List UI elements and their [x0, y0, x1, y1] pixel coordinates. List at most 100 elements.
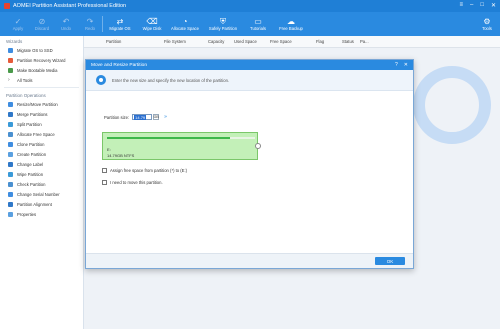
dialog-description: Enter the new size and specify the new l… [112, 77, 230, 83]
check-icon [8, 181, 13, 187]
move-partition-row[interactable]: I need to move this partition. [102, 180, 163, 185]
recovery-icon [8, 57, 13, 63]
wipe-disk-button[interactable]: ⌫ Wipe Disk [137, 12, 167, 36]
sidebar-item-split[interactable]: Split Partition [0, 119, 83, 129]
assign-free-space-label: Assign free space from partition (*) to … [110, 168, 188, 173]
redo-icon: ↷ [86, 17, 94, 26]
sidebar-item-merge[interactable]: Merge Partitions [0, 109, 83, 119]
safely-partition-button[interactable]: ⛨ Safely Partition [203, 12, 243, 36]
sidebar-item-recovery[interactable]: Partition Recovery Wizard [0, 55, 83, 65]
app-title: AOMEI Partition Assistant Professional E… [13, 3, 127, 9]
close-icon[interactable]: ✕ [491, 2, 496, 9]
partition-size-label: Partition size: [104, 114, 130, 120]
dialog-title: Move and Resize Partition [91, 62, 147, 68]
size-unit-select[interactable]: GB [153, 114, 160, 120]
column-used-space[interactable]: Used Space [234, 39, 257, 44]
partition-size-input[interactable]: 14.79 [132, 114, 153, 120]
wipe-icon [8, 171, 13, 177]
tutorials-button[interactable]: ▭ Tutorials [243, 12, 273, 36]
sidebar-item-change-label[interactable]: Change Label [0, 159, 83, 169]
clone-icon [8, 141, 13, 147]
partition-letter: E: [107, 147, 111, 152]
serial-icon [8, 191, 13, 197]
migrate-os-button[interactable]: ⇄ Migrate OS [103, 12, 137, 36]
partition-used-bar [107, 137, 230, 139]
align-icon [8, 201, 13, 207]
apply-button[interactable]: ✓ Apply [6, 12, 30, 36]
media-icon [8, 67, 13, 73]
column-capacity[interactable]: Capacity [208, 39, 224, 44]
sidebar-item-migrate-os[interactable]: Migrate OS to SSD [0, 45, 83, 55]
operations-heading: Partition Operations [6, 93, 46, 98]
migrate-icon [8, 47, 13, 53]
move-resize-dialog: Move and Resize Partition ? ✕ Enter the … [85, 59, 414, 269]
move-partition-label: I need to move this partition. [110, 180, 163, 185]
app-window: AOMEI Partition Assistant Professional E… [0, 0, 500, 329]
dialog-controls: ? ✕ [395, 62, 408, 68]
dialog-description-bar: Enter the new size and specify the new l… [86, 70, 413, 91]
discard-button[interactable]: ⊘ Discard [30, 12, 54, 36]
create-icon [8, 151, 13, 157]
menu-icon[interactable]: ≡ [459, 2, 463, 9]
sidebar-item-resize[interactable]: Resize/Move Partition [0, 99, 83, 109]
dialog-close-icon[interactable]: ✕ [404, 62, 408, 68]
sidebar-item-wipe[interactable]: Wipe Partition [0, 169, 83, 179]
sidebar-item-check[interactable]: Check Partition [0, 179, 83, 189]
tools-icon: ⚙ [483, 17, 491, 26]
allocate-space-button[interactable]: ◔ Allocate Space [167, 12, 203, 36]
free-backup-button[interactable]: ☁ Free Backup [273, 12, 309, 36]
sidebar-item-all-tools[interactable]: › All Tools [0, 75, 83, 85]
allocate-icon: ◔ [182, 17, 188, 26]
advanced-chevron-icon[interactable]: » [164, 114, 167, 120]
main-toolbar: ✓ Apply ⊘ Discard ↶ Undo ↷ Redo ⇄ Migrate OS … [0, 12, 500, 36]
resize-handle[interactable] [255, 143, 261, 149]
tools-button[interactable]: ⚙ Tools [476, 12, 498, 36]
backup-icon: ☁ [287, 17, 295, 26]
sidebar: Wizards Migrate OS to SSD Partition Reco… [0, 36, 84, 329]
undo-icon: ↶ [62, 17, 70, 26]
sidebar-item-bootable-media[interactable]: Make Bootable Media [0, 65, 83, 75]
check-icon: ✓ [14, 17, 22, 26]
partition-info: 14.79GB NTFS [107, 153, 135, 158]
sidebar-item-properties[interactable]: Properties [0, 209, 83, 219]
safe-icon: ⛨ [220, 17, 226, 26]
redo-button[interactable]: ↷ Redo [78, 12, 102, 36]
partition-size-row: Partition size: 14.79 GB » [104, 114, 167, 120]
window-controls: ≡ – □ ✕ [459, 2, 496, 9]
sidebar-item-serial[interactable]: Change Serial Number [0, 189, 83, 199]
allocate-icon [8, 131, 13, 137]
sidebar-item-alignment[interactable]: Partition Alignment [0, 199, 83, 209]
wizards-heading: Wizards [6, 39, 23, 44]
tutorial-icon: ▭ [254, 17, 262, 26]
column-flag[interactable]: Flag [316, 39, 324, 44]
partition-block[interactable]: E: 14.79GB NTFS [102, 132, 258, 160]
sidebar-divider [4, 87, 79, 88]
column-partition[interactable]: Partition [106, 39, 121, 44]
column-file-system[interactable]: File System [164, 39, 186, 44]
partition-table-header: Partition File System Capacity Used Spac… [84, 36, 500, 48]
split-icon [8, 121, 13, 127]
disk-icon [96, 75, 106, 85]
minimize-icon[interactable]: – [470, 2, 473, 9]
undo-button[interactable]: ↶ Undo [54, 12, 78, 36]
merge-icon [8, 111, 13, 117]
column-free-space[interactable]: Free Space [270, 39, 292, 44]
sidebar-item-create[interactable]: Create Partition [0, 149, 83, 159]
assign-free-space-row[interactable]: Assign free space from partition (*) to … [102, 168, 187, 173]
assign-free-space-checkbox[interactable] [102, 168, 107, 173]
column-partition-type[interactable]: Pa... [360, 39, 369, 44]
title-bar: AOMEI Partition Assistant Professional E… [0, 0, 500, 12]
wipe-icon: ⌫ [146, 17, 158, 26]
maximize-icon[interactable]: □ [480, 2, 484, 9]
move-partition-checkbox[interactable] [102, 180, 107, 185]
ok-button[interactable]: OK [375, 257, 405, 265]
help-icon[interactable]: ? [395, 62, 398, 68]
column-status[interactable]: Status [342, 39, 354, 44]
dialog-footer: OK [86, 253, 413, 268]
migrate-icon: ⇄ [116, 17, 124, 26]
discard-icon: ⊘ [38, 17, 46, 26]
app-logo-icon [4, 3, 10, 9]
sidebar-item-allocate[interactable]: Allocate Free Space [0, 129, 83, 139]
sidebar-item-clone[interactable]: Clone Partition [0, 139, 83, 149]
dialog-title-bar: Move and Resize Partition ? ✕ [86, 60, 413, 70]
